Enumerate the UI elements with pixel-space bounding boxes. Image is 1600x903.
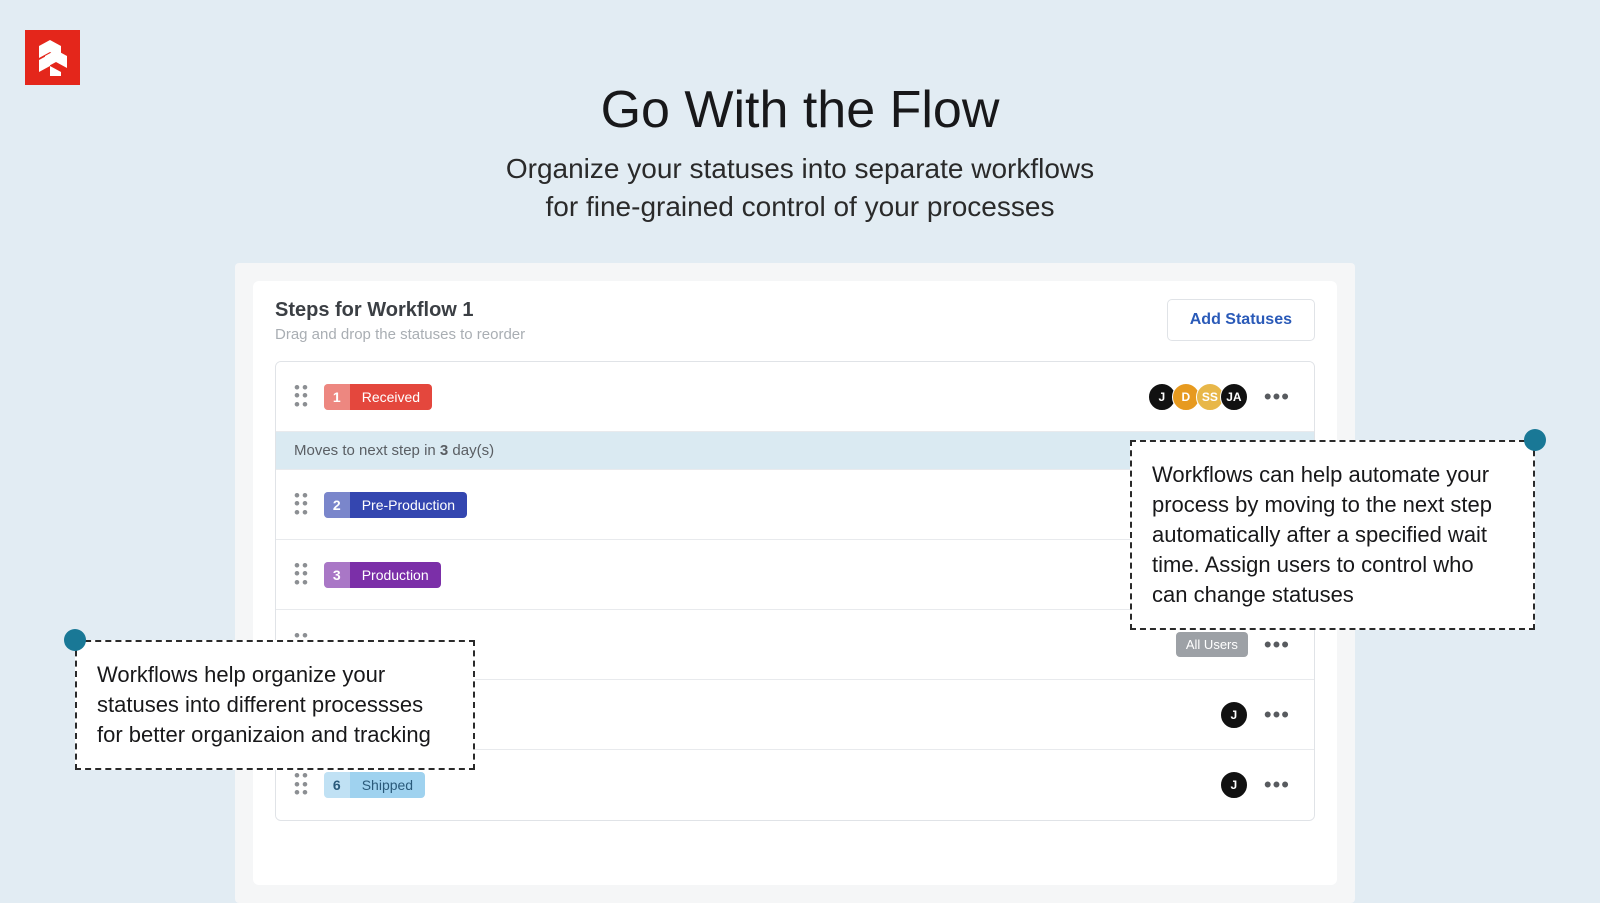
callout-organize: Workflows help organize your statuses in… [75,640,475,770]
logo-icon [33,38,73,78]
drag-handle-icon[interactable]: •••••• [294,492,310,518]
status-label: Production [350,562,441,588]
avatar[interactable]: JA [1220,383,1248,411]
avatar[interactable]: J [1220,701,1248,729]
panel-title: Steps for Workflow 1 [275,299,525,322]
status-chip[interactable]: 1Received [324,384,432,410]
drag-handle-icon[interactable]: •••••• [294,772,310,798]
assignee-avatars[interactable]: J [1220,701,1248,729]
avatar[interactable]: J [1220,771,1248,799]
app-logo [25,30,80,85]
status-number: 6 [324,772,350,798]
callout-dot-icon [1524,429,1546,451]
callout-dot-icon [64,629,86,651]
add-statuses-button[interactable]: Add Statuses [1167,299,1315,341]
status-chip[interactable]: 2Pre-Production [324,492,467,518]
status-number: 3 [324,562,350,588]
status-label: Shipped [350,772,425,798]
drag-handle-icon[interactable]: •••••• [294,562,310,588]
status-chip[interactable]: 3Production [324,562,441,588]
callout-automate: Workflows can help automate your process… [1130,440,1535,630]
status-number: 2 [324,492,350,518]
assignee-avatars[interactable]: J [1220,771,1248,799]
status-label: Pre-Production [350,492,467,518]
status-label: Received [350,384,432,410]
all-users-chip[interactable]: All Users [1176,632,1248,657]
status-number: 1 [324,384,350,410]
status-row[interactable]: ••••••1ReceivedJDSSJA••• [276,362,1314,432]
panel-subtitle: Drag and drop the statuses to reorder [275,326,525,343]
assignee-avatars[interactable]: JDSSJA [1148,383,1248,411]
page-subtitle: Organize your statuses into separate wor… [0,150,1600,226]
panel-header: Steps for Workflow 1 Drag and drop the s… [253,281,1337,353]
page-title: Go With the Flow [0,80,1600,140]
drag-handle-icon[interactable]: •••••• [294,384,310,410]
status-chip[interactable]: 6Shipped [324,772,425,798]
